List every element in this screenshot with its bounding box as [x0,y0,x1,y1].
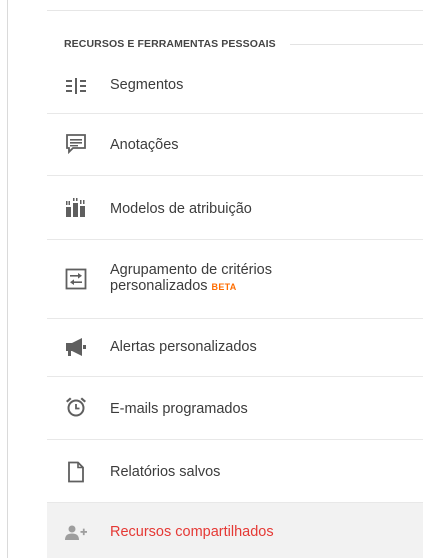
menu-item-label: E-mails programados [110,401,248,417]
alarm-clock-icon [65,396,87,418]
menu-item-label: Anotações [110,137,179,153]
personal-tools-panel: RECURSOS E FERRAMENTAS PESSOAIS Segmento… [0,0,423,558]
channel-grouping-icon [65,268,87,290]
menu-item-segmentos[interactable]: Segmentos [47,59,423,114]
annotation-icon [65,133,87,155]
segments-icon [65,75,87,97]
section-header: RECURSOS E FERRAMENTAS PESSOAIS [64,35,423,53]
menu-item-label-text: personalizados [110,278,208,294]
left-divider [7,0,8,558]
section-title: RECURSOS E FERRAMENTAS PESSOAIS [64,38,276,50]
menu-item-label: Modelos de atribuição [110,201,252,217]
menu-item-label: Recursos compartilhados [110,524,274,540]
menu-item-modelos-de-atribuicao[interactable]: Modelos de atribuição [47,176,423,240]
attribution-chart-icon [65,197,87,219]
menu-item-label: Alertas personalizados [110,339,257,355]
megaphone-icon [65,336,87,358]
menu-item-emails-programados[interactable]: E-mails programados [47,377,423,440]
menu-item-label-line2: personalizados BETA [110,278,237,295]
menu-item-agrupamento-de-criterios[interactable]: Agrupamento de critérios personalizados B… [47,240,423,319]
document-icon [65,461,87,483]
menu-item-recursos-compartilhados[interactable]: Recursos compartilhados [47,503,423,558]
menu-item-anotacoes[interactable]: Anotações [47,114,423,176]
menu-item-label: Agrupamento de critérios [110,262,272,278]
menu-item-label: Segmentos [110,77,184,93]
beta-badge: BETA [211,282,237,292]
menu-item-relatorios-salvos[interactable]: Relatórios salvos [47,440,423,503]
top-divider [47,10,423,11]
add-user-icon [65,521,87,543]
menu-item-alertas-personalizados[interactable]: Alertas personalizados [47,319,423,377]
menu-item-label: Relatórios salvos [110,464,221,480]
section-divider [289,43,423,45]
